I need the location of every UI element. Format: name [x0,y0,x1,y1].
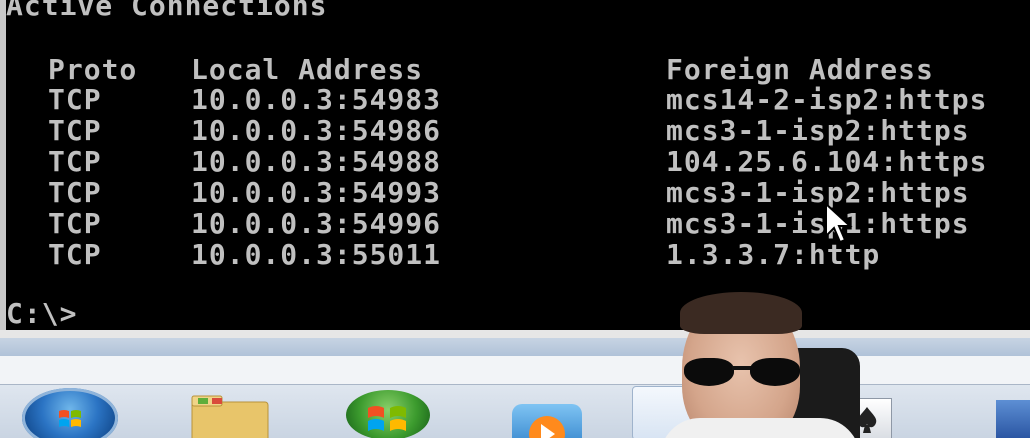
row-local-address: 10.0.0.3:54996 [191,207,442,240]
sunglasses-icon [684,358,802,388]
windows-flag-icon [368,406,406,431]
row-proto: TCP [48,114,102,147]
command-prompt[interactable]: C:\> [6,298,77,329]
column-header-proto: Proto [48,53,138,86]
media-player-icon[interactable] [512,404,582,438]
command-prompt-window[interactable]: Active Connections Proto Local Address F… [0,0,1030,330]
row-local-address: 10.0.0.3:54993 [191,176,442,209]
row-local-address: 10.0.0.3:55011 [191,238,442,271]
row-foreign-address: mcs3-1-isp2:https [666,114,970,147]
play-icon [529,416,565,438]
row-proto: TCP [48,83,102,116]
row-foreign-address: mcs3-1-isp1:https [666,207,970,240]
screen: Active Connections Proto Local Address F… [0,0,1030,438]
row-proto: TCP [48,145,102,178]
row-foreign-address: 104.25.6.104:https [666,145,988,178]
column-header-foreign-address: Foreign Address [666,53,934,86]
mouse-cursor-icon [825,202,853,244]
internet-explorer-icon[interactable] [346,390,430,438]
row-proto: TCP [48,176,102,209]
row-proto: TCP [48,207,102,240]
row-local-address: 10.0.0.3:54983 [191,83,442,116]
webcam-overlay [640,288,890,438]
row-foreign-address: mcs14-2-isp2:https [666,83,988,116]
windows-flag-icon [59,410,81,427]
row-local-address: 10.0.0.3:54988 [191,145,442,178]
row-foreign-address: mcs3-1-isp2:https [666,176,970,209]
row-proto: TCP [48,238,102,271]
column-header-local-address: Local Address [191,53,424,86]
person-shirt [660,418,860,438]
app-icon[interactable] [996,400,1030,438]
folder-icon[interactable] [188,388,272,438]
active-connections-heading: Active Connections [6,0,328,22]
person-hair [680,292,802,334]
row-local-address: 10.0.0.3:54986 [191,114,442,147]
